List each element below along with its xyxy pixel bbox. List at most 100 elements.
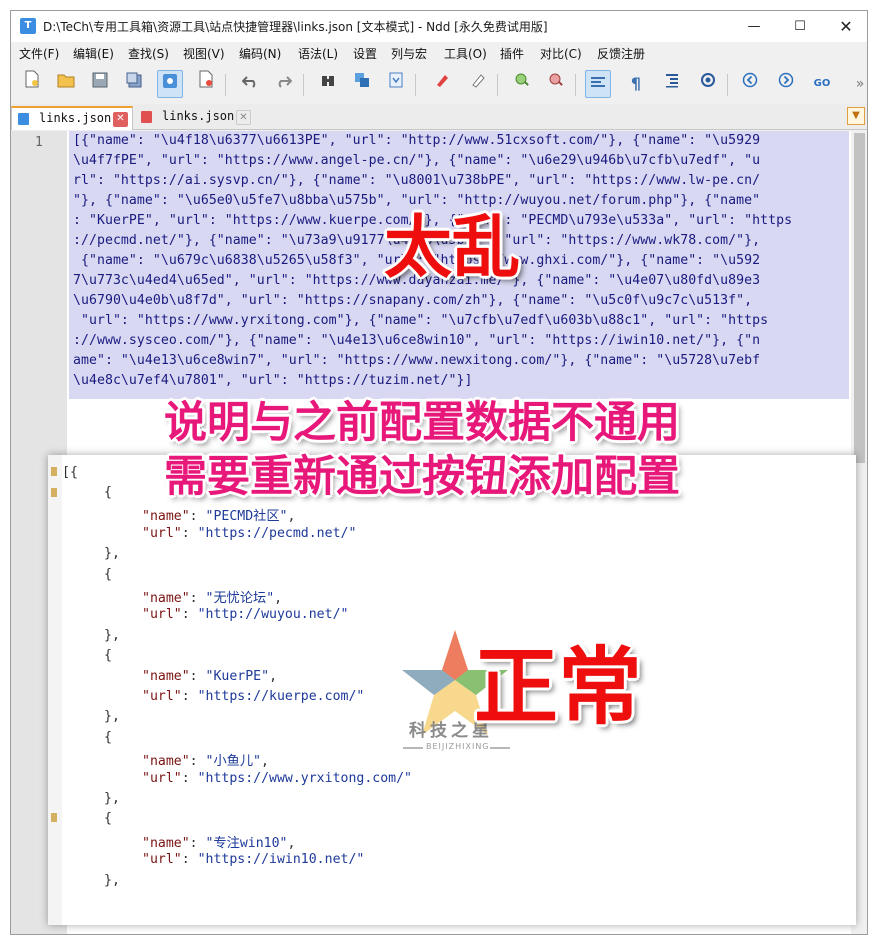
json-comma: ,: [274, 591, 283, 606]
menu-view[interactable]: 视图(V): [183, 45, 225, 62]
close-all-icon[interactable]: [193, 70, 219, 98]
indent-guide-icon[interactable]: [659, 70, 685, 98]
minimize-button[interactable]: —: [731, 11, 777, 42]
word-wrap-icon[interactable]: [585, 70, 611, 98]
goto-icon[interactable]: GO: [809, 70, 835, 98]
json-url-line: "url": "https://iwin10.net/": [142, 852, 364, 867]
prev-icon[interactable]: [737, 70, 763, 98]
menu-find[interactable]: 查找(S): [128, 45, 169, 62]
menu-encoding[interactable]: 编码(N): [239, 45, 281, 62]
open-folder-icon[interactable]: [53, 70, 79, 98]
json-name-line: "name": "专注win10",: [142, 832, 295, 851]
zoom-in-icon[interactable]: [509, 70, 535, 98]
save-all-icon[interactable]: [121, 70, 147, 98]
menu-column-macro[interactable]: 列与宏: [391, 45, 427, 62]
watermark-rule: [490, 747, 510, 749]
tab-label: links.json: [162, 109, 235, 123]
json-brace: {: [104, 648, 112, 664]
menu-file[interactable]: 文件(F): [19, 45, 59, 62]
tab-links-json-1[interactable]: links.json ✕: [11, 106, 133, 130]
highlight-icon[interactable]: [429, 70, 455, 98]
next-icon[interactable]: [773, 70, 799, 98]
tab-links-json-2[interactable]: links.json ✕: [135, 106, 257, 130]
show-symbols-icon[interactable]: ¶: [623, 70, 649, 98]
zoom-out-icon[interactable]: [543, 70, 569, 98]
toolbar-separator: [415, 74, 416, 96]
json-brace: {: [104, 811, 112, 827]
json-key: "name": [142, 591, 190, 606]
menu-compare[interactable]: 对比(C): [540, 45, 582, 62]
menu-edit[interactable]: 编辑(E): [73, 45, 114, 62]
toolbar-separator: [497, 74, 498, 96]
json-name-line: "name": "PECMD社区",: [142, 505, 295, 524]
close-button[interactable]: ✕: [823, 11, 867, 42]
watermark-subtext: BEIJIZHIXING: [426, 742, 490, 751]
redo-icon[interactable]: [271, 70, 297, 98]
close-file-icon[interactable]: [157, 70, 183, 98]
json-object-open: {: [104, 811, 112, 826]
code-line: [{"name": "\u4f18\u6377\u6613PE", "url":…: [73, 133, 761, 148]
json-colon: :: [189, 835, 206, 851]
json-colon: :: [181, 525, 198, 541]
json-name-line: "name": "无忧论坛",: [142, 587, 282, 606]
overflow-icon[interactable]: »: [847, 70, 867, 98]
line-number: 1: [35, 135, 43, 150]
json-name-value: "KuerPE": [205, 668, 270, 684]
json-colon: :: [189, 754, 206, 770]
file-icon: [18, 113, 29, 125]
overlay-gutter: [48, 455, 62, 925]
app-logo-icon: T: [20, 18, 36, 34]
json-colon: :: [189, 591, 206, 606]
annotation-normal: 正常: [474, 638, 643, 736]
tab-close-icon[interactable]: ✕: [236, 110, 251, 125]
tab-list-icon[interactable]: ▼: [847, 107, 865, 125]
json-key: "name": [142, 754, 190, 770]
menu-tools[interactable]: 工具(O): [444, 45, 487, 62]
bookmark-icon[interactable]: [383, 70, 409, 98]
record-icon[interactable]: [695, 70, 721, 98]
menu-settings[interactable]: 设置: [353, 45, 377, 62]
tab-close-icon[interactable]: ✕: [113, 112, 128, 127]
undo-icon[interactable]: [237, 70, 263, 98]
json-brace: },: [104, 627, 120, 643]
json-url-value: "https://pecmd.net/": [197, 525, 357, 541]
title-bar: T D:\TeCh\专用工具箱\资源工具\站点快捷管理器\links.json …: [11, 11, 867, 42]
new-file-icon[interactable]: [19, 70, 45, 98]
json-object-close: },: [104, 873, 120, 888]
json-brace: },: [104, 546, 120, 562]
json-open-bracket: [{: [62, 465, 78, 480]
json-key: "url": [142, 607, 182, 623]
menu-syntax[interactable]: 语法(L): [298, 45, 338, 62]
json-url-line: "url": "https://kuerpe.com/": [142, 689, 364, 704]
maximize-button[interactable]: ☐: [777, 11, 823, 42]
menu-plugins[interactable]: 插件: [500, 45, 524, 62]
toolbar: ¶ GO »: [11, 67, 867, 103]
json-name-line: "name": "KuerPE",: [142, 669, 277, 684]
json-url-value: "https://www.yrxitong.com/": [197, 770, 412, 786]
code-line: "url": "https://www.yrxitong.com"}, {"na…: [73, 313, 769, 328]
json-key: "name": [142, 835, 190, 851]
replace-icon[interactable]: [349, 70, 375, 98]
menu-feedback[interactable]: 反馈注册: [597, 45, 645, 62]
toolbar-separator: [225, 74, 226, 96]
find-icon[interactable]: [315, 70, 341, 98]
json-url-line: "url": "http://wuyou.net/": [142, 607, 348, 622]
taskbar-strip: [0, 936, 881, 948]
fold-marker: [51, 488, 57, 497]
fold-marker: [51, 467, 57, 476]
json-name-value: "无忧论坛": [205, 591, 275, 606]
json-object-close: },: [104, 546, 120, 561]
json-brace: },: [104, 791, 120, 806]
json-colon: :: [189, 668, 206, 684]
json-name-value: "PECMD社区": [205, 509, 288, 525]
json-name-line: "name": "小鱼儿",: [142, 750, 269, 769]
toolbar-separator: [303, 74, 304, 96]
save-icon[interactable]: [87, 70, 113, 98]
window-title: D:\TeCh\专用工具箱\资源工具\站点快捷管理器\links.json [文…: [43, 20, 548, 34]
json-key: "url": [142, 852, 182, 868]
code-line: rl": "https://ai.sysvp.cn/"}, {"name": "…: [73, 173, 761, 188]
scrollbar-thumb[interactable]: [854, 133, 865, 463]
eraser-icon[interactable]: [465, 70, 491, 98]
json-comma: ,: [287, 509, 296, 525]
code-line: ://www.sysceo.com/"}, {"name": "\u4e13\u…: [73, 333, 761, 348]
